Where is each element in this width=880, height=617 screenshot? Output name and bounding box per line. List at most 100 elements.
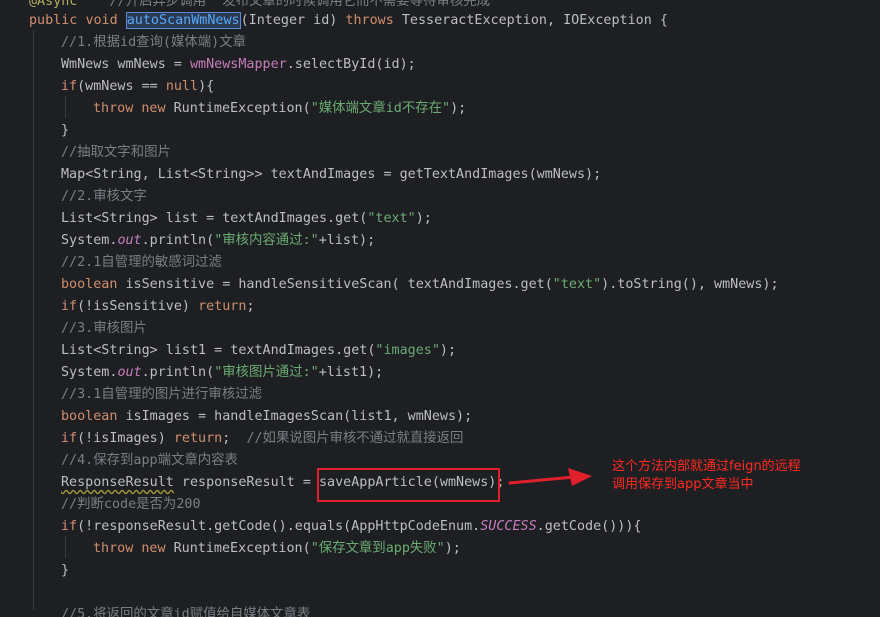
code-token: WmNews wmNews = xyxy=(61,57,190,72)
code-line[interactable]: System.out.println("审核图片通过:"+list1); xyxy=(61,362,383,384)
code-token: "审核图片通过:" xyxy=(214,365,319,380)
highlight-box xyxy=(317,468,500,502)
code-line[interactable]: List<String> list = textAndImages.get("t… xyxy=(61,208,432,230)
code-token: out xyxy=(117,365,142,380)
code-token: ).toString(), wmNews); xyxy=(601,277,779,292)
indent-guide xyxy=(65,536,66,558)
code-token: boolean xyxy=(61,409,126,424)
code-token: //2.审核文字 xyxy=(61,189,147,204)
code-token: "text" xyxy=(552,277,602,292)
code-token: (!isImages) xyxy=(77,431,174,446)
code-token: List<String> list = textAndImages.get( xyxy=(61,211,368,226)
code-token: public xyxy=(29,13,86,28)
code-token: (Integer id) xyxy=(240,13,346,28)
code-line[interactable]: WmNews wmNews = wmNewsMapper.selectById(… xyxy=(61,54,416,76)
code-line[interactable]: //判断code是否为200 xyxy=(61,494,201,516)
indent-guide xyxy=(33,30,34,610)
code-token: ); xyxy=(444,541,461,556)
code-token: wmNewsMapper xyxy=(190,57,287,72)
code-line[interactable]: //4.保存到app端文章内容表 xyxy=(61,450,238,472)
code-token: ); xyxy=(415,211,432,226)
code-token: "保存文章到app失败" xyxy=(310,541,445,556)
code-token: Map<String, List<String>> textAndImages … xyxy=(61,167,602,182)
code-token: throw xyxy=(93,101,142,116)
code-token: ){ xyxy=(198,79,215,94)
code-token: new xyxy=(141,541,174,556)
indent-guide xyxy=(65,96,66,118)
code-line[interactable]: throw new RuntimeException("媒体端文章id不存在")… xyxy=(93,98,466,120)
code-token: "媒体端文章id不存在" xyxy=(310,101,451,116)
code-line[interactable]: throw new RuntimeException("保存文章到app失败")… xyxy=(93,538,461,560)
code-line[interactable]: public void autoScanWmNews(Integer id) t… xyxy=(29,10,668,32)
code-token: .println( xyxy=(141,233,215,248)
code-token: "images" xyxy=(375,343,440,358)
code-token: System. xyxy=(61,365,118,380)
code-token: return xyxy=(198,299,247,314)
code-token: TesseractException, IOException { xyxy=(401,13,668,28)
code-line[interactable]: boolean isSensitive = handleSensitiveSca… xyxy=(61,274,779,296)
code-line[interactable]: if(wmNews == null){ xyxy=(61,76,214,98)
annotation-note: 这个方法内部就通过feign的远程 调用保存到app文章当中 xyxy=(612,458,852,494)
code-token: (!responseResult.getCode().equals(AppHtt… xyxy=(77,519,481,534)
code-line[interactable]: //2.1自管理的敏感词过滤 xyxy=(61,252,222,274)
code-line[interactable]: //5.将返回的文章id赋值给自媒体文章表 xyxy=(61,604,310,617)
code-token: ); xyxy=(439,343,457,358)
code-token: null xyxy=(165,79,199,94)
code-token: } xyxy=(61,123,70,138)
code-token: .selectById(id); xyxy=(286,57,416,72)
code-token: .println( xyxy=(141,365,215,380)
code-token: SUCCESS xyxy=(480,519,537,534)
code-line[interactable]: } xyxy=(61,560,69,582)
code-token: System. xyxy=(61,233,118,248)
code-token: new xyxy=(141,101,174,116)
code-token: ResponseResult xyxy=(61,475,174,490)
code-token: .getCode())){ xyxy=(536,519,642,534)
code-token: throw xyxy=(93,541,142,556)
code-token: out xyxy=(117,233,142,248)
code-line[interactable]: boolean isImages = handleImagesScan(list… xyxy=(61,406,472,428)
code-token: //抽取文字和图片 xyxy=(61,145,171,160)
code-line[interactable]: //抽取文字和图片 xyxy=(61,142,171,164)
code-token: (wmNews == xyxy=(77,79,166,94)
code-token: @Async xyxy=(29,0,78,9)
code-token: //4.保存到app端文章内容表 xyxy=(61,453,238,468)
red-arrow-icon xyxy=(508,468,592,486)
code-token: ; xyxy=(246,299,255,314)
code-token: throws xyxy=(345,13,402,28)
code-token: autoScanWmNews xyxy=(125,12,241,29)
code-line[interactable]: if(!isImages) return; //如果说图片审核不通过就直接返回 xyxy=(61,428,463,450)
code-token: //如果说图片审核不通过就直接返回 xyxy=(246,431,464,446)
code-token: ; xyxy=(222,431,247,446)
code-line[interactable]: //3.1自管理的图片进行审核过滤 xyxy=(61,384,262,406)
code-token: if xyxy=(61,79,78,94)
code-token: if xyxy=(61,299,78,314)
code-line[interactable]: //2.审核文字 xyxy=(61,186,147,208)
code-editor[interactable]: @Async //开启异步调用 发布文章的时候调用它而不需要等待审核完成 publ… xyxy=(0,0,880,617)
code-token: isSensitive = handleSensitiveScan( textA… xyxy=(125,277,553,292)
code-line[interactable]: if(!responseResult.getCode().equals(AppH… xyxy=(61,516,641,538)
code-token: //判断code是否为200 xyxy=(61,497,201,512)
code-token: //3.审核图片 xyxy=(61,321,147,336)
code-line[interactable]: //1.根据id查询(媒体端)文章 xyxy=(61,32,246,54)
code-token: //3.1自管理的图片进行审核过滤 xyxy=(61,387,262,402)
code-token: if xyxy=(61,519,78,534)
code-line[interactable]: if(!isSensitive) return; xyxy=(61,296,255,318)
code-token: RuntimeException( xyxy=(173,541,311,556)
code-token: +list); xyxy=(318,233,376,248)
code-token: return xyxy=(173,431,223,446)
code-token: //2.1自管理的敏感词过滤 xyxy=(61,255,222,270)
code-line[interactable]: System.out.println("审核内容通过:"+list); xyxy=(61,230,375,252)
annotation-line-2: 调用保存到app文章当中 xyxy=(612,477,754,492)
code-token: "text" xyxy=(367,211,416,226)
code-token: } xyxy=(61,563,70,578)
code-token: boolean xyxy=(61,277,126,292)
code-token: +list1); xyxy=(318,365,384,380)
code-token: isImages = handleImagesScan(list1, wmNew… xyxy=(125,409,473,424)
code-line[interactable]: Map<String, List<String>> textAndImages … xyxy=(61,164,601,186)
code-token: //开启异步调用 发布文章的时候调用它而不需要等待审核完成 xyxy=(77,0,491,9)
code-token: //1.根据id查询(媒体端)文章 xyxy=(61,35,247,50)
code-token: (!isSensitive) xyxy=(77,299,199,314)
code-line[interactable]: List<String> list1 = textAndImages.get("… xyxy=(61,340,456,362)
code-line[interactable]: } xyxy=(61,120,69,142)
code-line[interactable]: //3.审核图片 xyxy=(61,318,147,340)
